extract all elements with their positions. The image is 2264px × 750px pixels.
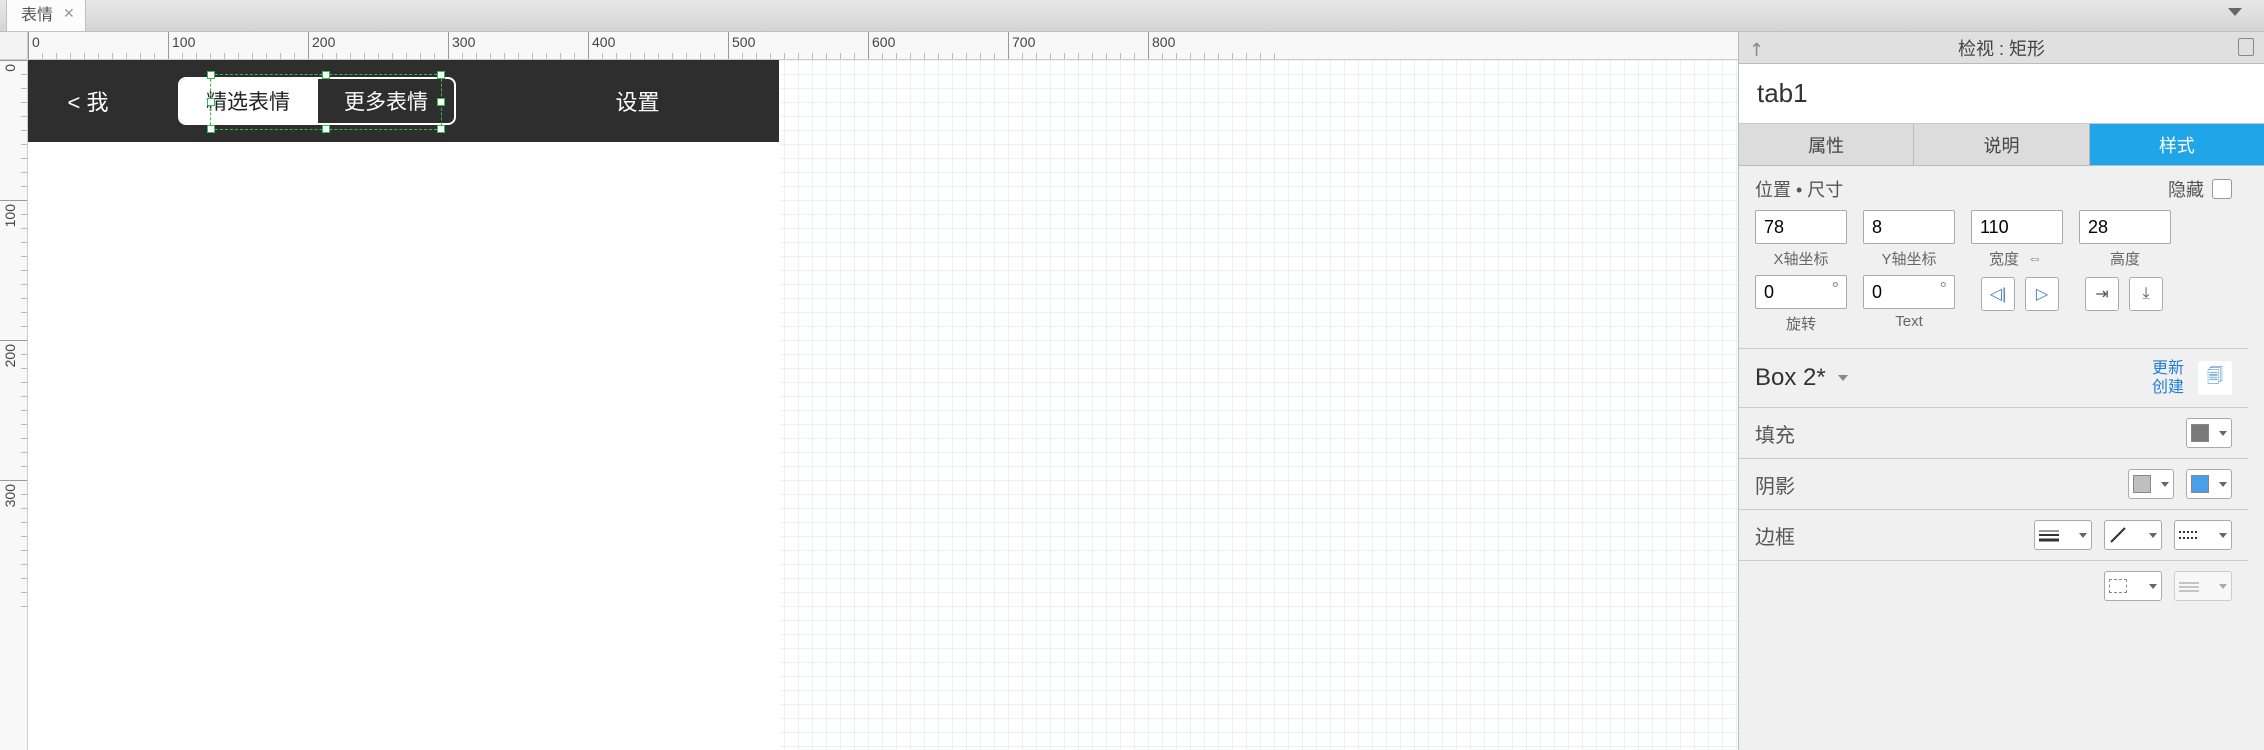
chevron-down-icon bbox=[2079, 533, 2087, 538]
inner-shadow-swatch bbox=[2191, 475, 2209, 493]
shadow-label: 阴影 bbox=[1755, 470, 1795, 499]
chevron-down-icon bbox=[2219, 431, 2227, 436]
main-row: 0100200300400500600700800 0100200300 < 我… bbox=[0, 32, 2264, 750]
style-update-link[interactable]: 更新 bbox=[2152, 359, 2184, 378]
selection-outline[interactable] bbox=[210, 74, 442, 130]
resize-handle-tm[interactable] bbox=[322, 71, 330, 79]
chevron-down-icon bbox=[2149, 533, 2157, 538]
outer-shadow-picker[interactable] bbox=[2128, 469, 2174, 499]
fill-color-picker[interactable] bbox=[2186, 418, 2232, 448]
hide-checkbox[interactable] bbox=[2212, 179, 2232, 199]
nav-back-button[interactable]: < 我 bbox=[28, 85, 148, 117]
notes-icon[interactable] bbox=[2238, 38, 2254, 56]
expand-icon[interactable]: ↗ bbox=[1744, 37, 1770, 63]
aspect-lock-icon[interactable]: ⇔ bbox=[2025, 249, 2045, 269]
width-input[interactable] bbox=[1971, 210, 2063, 244]
nav-settings-button[interactable]: 设置 bbox=[456, 85, 779, 117]
fill-label: 填充 bbox=[1755, 419, 1795, 448]
page-tab[interactable]: 表情 ✕ bbox=[6, 0, 86, 31]
fit-height-icon[interactable]: ⤓ bbox=[2129, 277, 2163, 311]
copy-style-icon[interactable]: 🗐 bbox=[2198, 361, 2232, 395]
y-label: Y轴坐标 bbox=[1881, 248, 1936, 269]
chevron-down-icon bbox=[2219, 482, 2227, 487]
border-visibility-picker[interactable] bbox=[2104, 571, 2162, 601]
x-label: X轴坐标 bbox=[1773, 248, 1828, 269]
tab-notes[interactable]: 说明 bbox=[1914, 124, 2089, 165]
position-size-section: 位置 • 尺寸 隐藏 X轴坐标 Y轴坐标 bbox=[1739, 166, 2248, 349]
fill-row: 填充 bbox=[1739, 408, 2248, 459]
height-label: 高度 bbox=[2110, 248, 2140, 269]
chevron-down-icon bbox=[2161, 482, 2169, 487]
text-rotation-label: Text bbox=[1895, 313, 1923, 330]
text-rotation-input[interactable] bbox=[1863, 275, 1955, 309]
border-visibility-row bbox=[1739, 561, 2248, 611]
page-background bbox=[28, 60, 780, 750]
resize-handle-br[interactable] bbox=[437, 125, 445, 133]
hide-label: 隐藏 bbox=[2168, 176, 2204, 202]
tabbar-dropdown-icon[interactable] bbox=[2228, 8, 2242, 16]
inner-shadow-picker[interactable] bbox=[2186, 469, 2232, 499]
inspector-panel: ↗ 检视 : 矩形 tab1 属性 说明 样式 位置 • 尺寸 隐藏 bbox=[1738, 32, 2264, 750]
style-preset-row: Box 2* 更新 创建 🗐 bbox=[1739, 349, 2248, 408]
resize-handle-bm[interactable] bbox=[322, 125, 330, 133]
page-tab-label: 表情 bbox=[21, 1, 53, 25]
style-preset-dropdown-icon[interactable] bbox=[1838, 375, 1848, 381]
ruler-vertical: 0100200300 bbox=[0, 60, 28, 750]
height-input[interactable] bbox=[2079, 210, 2171, 244]
rotation-input[interactable] bbox=[1755, 275, 1847, 309]
rotation-label: 旋转 bbox=[1786, 313, 1816, 334]
chevron-down-icon bbox=[2219, 584, 2227, 589]
fill-swatch bbox=[2191, 424, 2209, 442]
resize-handle-bl[interactable] bbox=[207, 125, 215, 133]
outer-shadow-swatch bbox=[2133, 475, 2151, 493]
ruler-horizontal: 0100200300400500600700800 bbox=[28, 32, 1738, 60]
flip-vertical-icon[interactable]: ▷ bbox=[2025, 277, 2059, 311]
inspector-body[interactable]: 位置 • 尺寸 隐藏 X轴坐标 Y轴坐标 bbox=[1739, 166, 2264, 750]
border-weight-picker[interactable] bbox=[2034, 520, 2092, 550]
y-input[interactable] bbox=[1863, 210, 1955, 244]
inspector-tabs: 属性 说明 样式 bbox=[1739, 124, 2264, 166]
close-icon[interactable]: ✕ bbox=[63, 5, 75, 22]
chevron-down-icon bbox=[2219, 533, 2227, 538]
position-size-title: 位置 • 尺寸 bbox=[1755, 176, 1843, 202]
canvas[interactable]: < 我 精选表情 更多表情 设置 bbox=[28, 60, 1738, 750]
resize-handle-tl[interactable] bbox=[207, 71, 215, 79]
page-tab-bar: 表情 ✕ bbox=[0, 0, 2264, 32]
tab-style[interactable]: 样式 bbox=[2090, 124, 2264, 165]
corner-radius-picker[interactable] bbox=[2174, 571, 2232, 601]
border-row: 边框 bbox=[1739, 510, 2248, 561]
fit-width-icon[interactable]: ⇥ bbox=[2085, 277, 2119, 311]
inspector-title: 检视 : 矩形 bbox=[1958, 35, 2045, 61]
border-label: 边框 bbox=[1755, 521, 1795, 550]
border-color-picker[interactable] bbox=[2104, 520, 2162, 550]
shadow-row: 阴影 bbox=[1739, 459, 2248, 510]
border-style-picker[interactable] bbox=[2174, 520, 2232, 550]
style-preset-name: Box 2* bbox=[1755, 364, 1826, 392]
tab-properties[interactable]: 属性 bbox=[1739, 124, 1914, 165]
resize-handle-tr[interactable] bbox=[437, 71, 445, 79]
style-create-link[interactable]: 创建 bbox=[2152, 378, 2184, 397]
width-label: 宽度 bbox=[1989, 248, 2019, 269]
resize-handle-mr[interactable] bbox=[437, 98, 445, 106]
x-input[interactable] bbox=[1755, 210, 1847, 244]
resize-handle-ml[interactable] bbox=[207, 98, 215, 106]
inspector-header: ↗ 检视 : 矩形 bbox=[1739, 32, 2264, 64]
widget-name-field[interactable]: tab1 bbox=[1739, 64, 2264, 124]
canvas-area: 0100200300400500600700800 0100200300 < 我… bbox=[0, 32, 1738, 750]
flip-horizontal-icon[interactable]: ◁| bbox=[1981, 277, 2015, 311]
chevron-down-icon bbox=[2149, 584, 2157, 589]
ruler-corner bbox=[0, 32, 28, 60]
